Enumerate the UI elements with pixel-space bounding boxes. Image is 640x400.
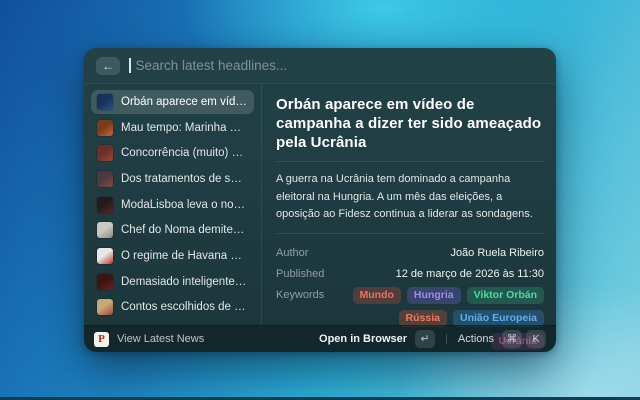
published-label: Published [276, 266, 346, 280]
keyword-tag: Viktor Orbán [467, 287, 544, 304]
list-item[interactable]: Chef do Noma demite-se depoi... [91, 218, 254, 242]
meta-row-author: Author João Ruela Ribeiro [276, 245, 544, 259]
publico-app-icon: P [94, 332, 109, 347]
search-input[interactable] [136, 58, 545, 73]
search-bar: ← [84, 48, 556, 84]
article-description: A guerra na Ucrânia tem dominado a campa… [276, 171, 544, 224]
list-item[interactable]: ModaLisboa leva o nome de um... [91, 193, 254, 217]
list-item-label: Mau tempo: Marinha Grande ele... [121, 122, 248, 134]
article-thumbnail [97, 299, 113, 315]
list-item[interactable]: Mau tempo: Marinha Grande ele... [91, 116, 254, 140]
list-item-label: Demasiado inteligentes para o n... [121, 276, 248, 288]
article-thumbnail [97, 197, 113, 213]
article-thumbnail [97, 94, 113, 110]
actions-button[interactable]: Actions [458, 333, 494, 345]
list-item-label: Concorrência (muito) desleal no... [121, 147, 248, 159]
list-item[interactable]: Contos escolhidos de Luísa Cos... [91, 295, 254, 319]
command-key-badge: ⌘ [502, 330, 522, 348]
back-button[interactable]: ← [96, 57, 120, 75]
open-in-browser-button[interactable]: Open in Browser [319, 333, 407, 345]
article-thumbnail [97, 120, 113, 136]
back-arrow-icon: ← [102, 59, 114, 73]
article-thumbnail [97, 171, 113, 187]
news-search-window: ← Orbán aparece em vídeo de ca... Mau tem… [84, 48, 556, 352]
published-value: 12 de março de 2026 às 11:30 [346, 266, 544, 280]
keyword-tag: Hungria [407, 287, 461, 304]
list-item[interactable]: O regime de Havana está conde... [91, 244, 254, 268]
article-thumbnail [97, 145, 113, 161]
list-item[interactable]: Demasiado inteligentes para o n... [91, 270, 254, 294]
text-caret [129, 58, 131, 73]
window-content: Orbán aparece em vídeo de ca... Mau tempo… [84, 84, 556, 325]
k-key-badge: K [526, 330, 546, 348]
list-item-label: Orbán aparece em vídeo de ca... [121, 96, 248, 108]
list-item[interactable]: Concorrência (muito) desleal no... [91, 141, 254, 165]
action-bar: P View Latest News Open in Browser ↵ | A… [84, 325, 556, 352]
list-item[interactable]: Orbán aparece em vídeo de ca... [91, 90, 254, 114]
keyword-tag: Mundo [353, 287, 401, 304]
list-item-label: Contos escolhidos de Luísa Cos... [121, 301, 248, 313]
article-thumbnail [97, 274, 113, 290]
article-thumbnail [97, 248, 113, 264]
list-item-label: O regime de Havana está conde... [121, 250, 248, 262]
keywords-label: Keywords [276, 287, 346, 301]
article-detail-pane: Orbán aparece em vídeo de campanha a diz… [262, 84, 556, 325]
article-title: Orbán aparece em vídeo de campanha a diz… [276, 95, 544, 152]
list-item-label: Chef do Noma demite-se depoi... [121, 224, 248, 236]
footer-app-label: View Latest News [117, 333, 204, 345]
headline-list: Orbán aparece em vídeo de ca... Mau tempo… [84, 84, 262, 325]
list-item-label: ModaLisboa leva o nome de um... [121, 199, 248, 211]
actions-key-group: ⌘ K [502, 330, 546, 348]
list-item[interactable]: Dos tratamentos de spa a férias... [91, 167, 254, 191]
description-divider [276, 233, 544, 234]
meta-row-published: Published 12 de março de 2026 às 11:30 [276, 266, 544, 280]
article-thumbnail [97, 222, 113, 238]
return-key-badge: ↵ [415, 330, 435, 348]
author-label: Author [276, 245, 346, 259]
footer-separator: | [445, 333, 448, 345]
list-item-label: Dos tratamentos de spa a férias... [121, 173, 248, 185]
author-value: João Ruela Ribeiro [346, 245, 544, 259]
title-divider [276, 161, 544, 162]
